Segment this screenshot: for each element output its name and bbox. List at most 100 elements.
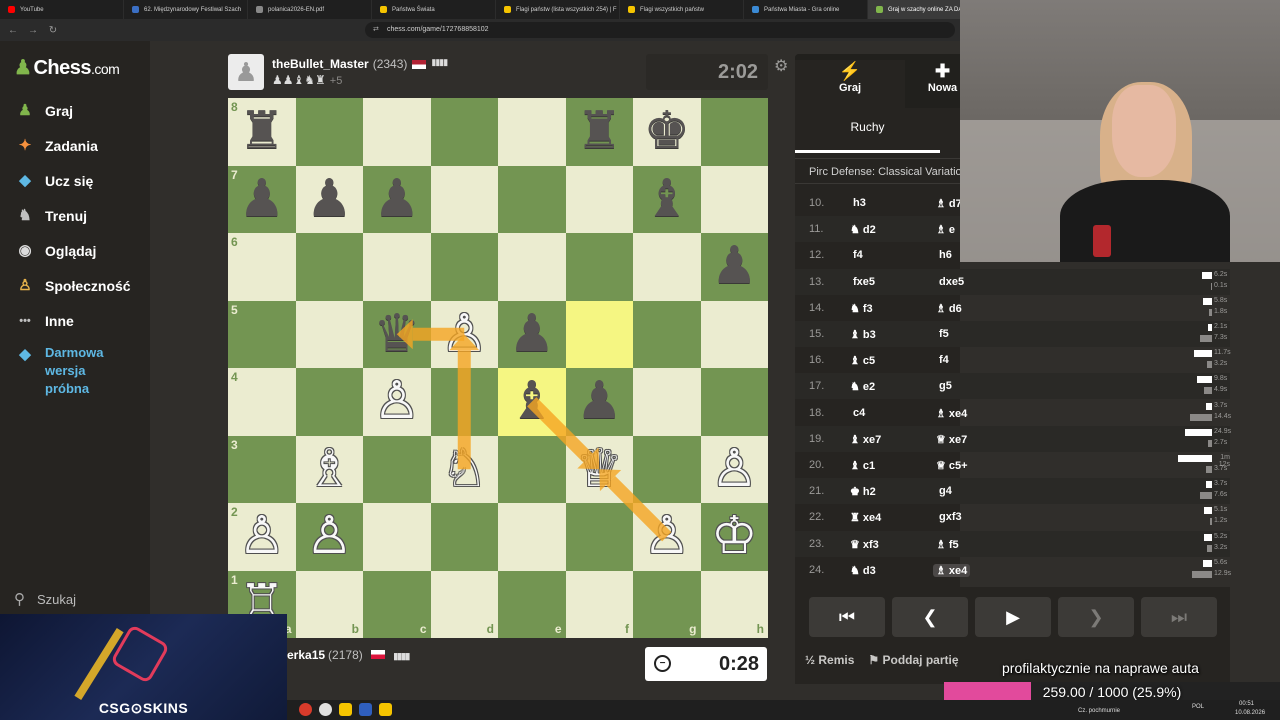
- square-h1[interactable]: h: [700, 570, 768, 638]
- square-c3[interactable]: [363, 435, 431, 503]
- white-pawn-icon[interactable]: ♙: [363, 368, 431, 436]
- square-e3[interactable]: [498, 435, 566, 503]
- prev-move-button[interactable]: ❮: [892, 597, 968, 637]
- draw-button[interactable]: ½ Remis: [805, 653, 854, 667]
- sidebar-item-puzzle[interactable]: ✦ Zadania: [14, 133, 98, 159]
- black-move[interactable]: f4: [936, 354, 949, 366]
- chess-board[interactable]: 8 7 6 5 4 3 2 1 a b c d e f g h ♜ ♜ ♚ ♟ ♟ ♟ ♝ ♟ ♛ ♙ ♟ ♙ ♝ ♟ ♗ ♘ ♕ ♙ ♙ ♙ ♙ ♔ ♖: [228, 98, 768, 638]
- black-bishop-icon[interactable]: ♝: [633, 166, 701, 234]
- white-move[interactable]: h3: [850, 197, 866, 209]
- square-f7[interactable]: [565, 165, 633, 233]
- black-rook-icon[interactable]: ♜: [566, 98, 634, 166]
- tab-new[interactable]: ✚ Nowa: [905, 60, 960, 94]
- square-c1[interactable]: c: [363, 570, 431, 638]
- avatar[interactable]: ♟: [228, 54, 264, 90]
- square-d7[interactable]: [430, 165, 498, 233]
- black-move[interactable]: gxf3: [936, 511, 962, 523]
- white-move[interactable]: ♝ xe7: [850, 433, 881, 446]
- sidebar-item-learn[interactable]: ◆ Ucz się: [14, 168, 93, 194]
- black-move[interactable]: ♗ d7: [936, 197, 962, 210]
- black-move[interactable]: ♗ xe4: [936, 407, 967, 420]
- square-b6[interactable]: [295, 233, 363, 301]
- app-icon[interactable]: [299, 703, 312, 716]
- forward-icon[interactable]: →: [26, 25, 40, 36]
- black-move[interactable]: dxe5: [936, 276, 964, 288]
- square-a5[interactable]: 5: [228, 300, 296, 368]
- square-g1[interactable]: g: [633, 570, 701, 638]
- square-b8[interactable]: [295, 98, 363, 166]
- white-move[interactable]: ♚ h2: [850, 485, 876, 498]
- app-icon[interactable]: [359, 703, 372, 716]
- top-player-name[interactable]: theBullet_Master: [272, 57, 369, 71]
- square-c2[interactable]: [363, 503, 431, 571]
- square-c6[interactable]: [363, 233, 431, 301]
- sidebar-item-more[interactable]: ••• Inne: [14, 308, 74, 334]
- browser-tab[interactable]: Flagi państw (lista wszystkich 254) | F: [496, 0, 620, 19]
- white-move[interactable]: ♞ d2: [850, 223, 876, 236]
- square-f2[interactable]: [565, 503, 633, 571]
- square-b4[interactable]: [295, 368, 363, 436]
- square-e7[interactable]: [498, 165, 566, 233]
- white-pawn-icon[interactable]: ♙: [228, 503, 296, 571]
- black-rook-icon[interactable]: ♜: [228, 98, 296, 166]
- square-e1[interactable]: e: [498, 570, 566, 638]
- first-move-button[interactable]: ⏮: [809, 597, 885, 637]
- black-pawn-icon[interactable]: ♟: [296, 166, 364, 234]
- white-move[interactable]: fxe5: [850, 276, 875, 288]
- sidebar-item-play[interactable]: ♟ Graj: [14, 98, 73, 124]
- white-move[interactable]: ♞ e2: [850, 380, 875, 393]
- white-knight-icon[interactable]: ♘: [431, 436, 499, 504]
- white-pawn-icon[interactable]: ♙: [431, 301, 499, 369]
- square-d4[interactable]: [430, 368, 498, 436]
- black-move[interactable]: f5: [936, 328, 949, 340]
- white-move[interactable]: ♝ b3: [850, 328, 876, 341]
- square-e2[interactable]: [498, 503, 566, 571]
- square-b1[interactable]: b: [295, 570, 363, 638]
- tab-play[interactable]: ⚡ Graj: [795, 60, 905, 114]
- black-pawn-icon[interactable]: ♟: [566, 368, 634, 436]
- black-move[interactable]: ♕ xe7: [936, 433, 967, 446]
- black-move[interactable]: ♗ f5: [936, 538, 959, 551]
- play-button[interactable]: ▶: [975, 597, 1051, 637]
- black-move[interactable]: ♕ c5+: [936, 459, 968, 472]
- square-e6[interactable]: [498, 233, 566, 301]
- square-h5[interactable]: [700, 300, 768, 368]
- white-move[interactable]: ♞ f3: [850, 302, 873, 315]
- square-h7[interactable]: [700, 165, 768, 233]
- black-pawn-icon[interactable]: ♟: [498, 301, 566, 369]
- black-pawn-icon[interactable]: ♟: [363, 166, 431, 234]
- gear-icon[interactable]: ⚙: [774, 56, 788, 76]
- browser-tab[interactable]: Państwa Miasta - Gra online: [744, 0, 868, 19]
- square-a6[interactable]: 6: [228, 233, 296, 301]
- square-d8[interactable]: [430, 98, 498, 166]
- square-a3[interactable]: 3: [228, 435, 296, 503]
- white-move[interactable]: ♜ xe4: [850, 511, 881, 524]
- black-move[interactable]: g4: [936, 485, 952, 497]
- square-c8[interactable]: [363, 98, 431, 166]
- white-queen-icon[interactable]: ♕: [566, 436, 634, 504]
- square-f5[interactable]: [565, 300, 633, 368]
- black-pawn-icon[interactable]: ♟: [701, 233, 769, 301]
- next-move-button[interactable]: ❯: [1058, 597, 1134, 637]
- browser-tab[interactable]: polanica2026-EN.pdf: [248, 0, 372, 19]
- black-move[interactable]: ♗ xe4: [933, 563, 971, 577]
- white-move[interactable]: ♞ d3: [850, 564, 876, 577]
- white-pawn-icon[interactable]: ♙: [633, 503, 701, 571]
- address-bar[interactable]: chess.com/game/172768858102: [365, 22, 955, 38]
- black-move[interactable]: g5: [936, 380, 952, 392]
- black-pawn-icon[interactable]: ♟: [228, 166, 296, 234]
- white-move[interactable]: ♛ xf3: [850, 538, 879, 551]
- sidebar-item-train[interactable]: ♞ Trenuj: [14, 203, 87, 229]
- browser-tab[interactable]: 62. Międzynarodowy Festiwal Szach: [124, 0, 248, 19]
- square-f6[interactable]: [565, 233, 633, 301]
- square-d1[interactable]: d: [430, 570, 498, 638]
- square-e8[interactable]: [498, 98, 566, 166]
- language-indicator[interactable]: POL: [1192, 704, 1204, 710]
- white-move[interactable]: c4: [850, 407, 865, 419]
- white-move[interactable]: ♝ c1: [850, 459, 875, 472]
- square-g3[interactable]: [633, 435, 701, 503]
- white-bishop-icon[interactable]: ♗: [296, 436, 364, 504]
- sidebar-item-community[interactable]: ♙ Społeczność: [14, 273, 130, 299]
- bottom-player-name[interactable]: erka15: [287, 648, 325, 662]
- white-pawn-icon[interactable]: ♙: [701, 436, 769, 504]
